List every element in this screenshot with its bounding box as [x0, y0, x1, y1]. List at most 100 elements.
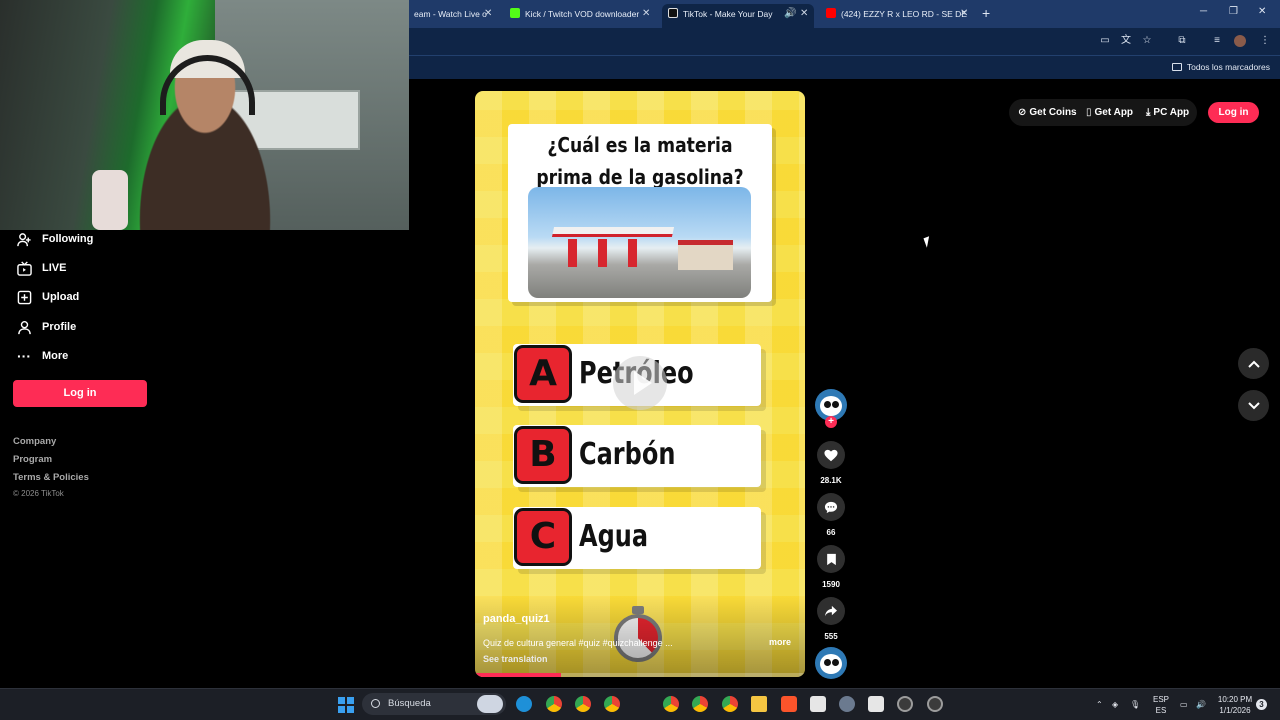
- comment-icon: [824, 501, 838, 513]
- chrome-icon[interactable]: [546, 696, 562, 712]
- chrome-icon[interactable]: [663, 696, 679, 712]
- play-icon[interactable]: [613, 356, 667, 410]
- close-icon[interactable]: ✕: [960, 4, 968, 24]
- network-icon[interactable]: ▭: [1180, 699, 1188, 710]
- language-indicator[interactable]: ESP ES: [1152, 694, 1170, 716]
- close-icon[interactable]: ✕: [800, 4, 808, 24]
- answer-text: Carbón: [579, 437, 676, 472]
- sidebar-item-live[interactable]: LIVE: [16, 258, 66, 278]
- footer-link-program[interactable]: Program: [13, 454, 52, 465]
- close-icon[interactable]: ✕: [484, 4, 492, 24]
- capcut-icon[interactable]: [810, 696, 826, 712]
- translate-icon[interactable]: 文: [1120, 35, 1132, 47]
- sidebar-item-label: LIVE: [42, 262, 67, 274]
- language-top: ESP: [1152, 695, 1169, 704]
- previous-video-button[interactable]: [1238, 348, 1269, 379]
- chrome-icon[interactable]: [575, 696, 591, 712]
- settings-gear-icon[interactable]: [839, 696, 855, 712]
- pc-app-button[interactable]: ⤓ PC App: [1146, 107, 1189, 118]
- language-bottom: ES: [1155, 706, 1167, 715]
- mouse-cursor-icon: [923, 236, 933, 248]
- edge-icon[interactable]: [516, 696, 532, 712]
- gas-station-image: [528, 187, 751, 298]
- music-disc-avatar[interactable]: [815, 647, 847, 679]
- header-login-button[interactable]: Log in: [1208, 102, 1259, 123]
- sidebar-item-label: Profile: [42, 321, 77, 333]
- answer-letter: B: [514, 426, 572, 484]
- share-icon: [825, 605, 837, 617]
- tab-twitch[interactable]: eam - Watch Live o ✕: [408, 4, 498, 28]
- extensions-icon[interactable]: ⧉: [1176, 35, 1188, 47]
- get-coins-button[interactable]: ⊘ Get Coins: [1018, 107, 1077, 118]
- store-shape: [678, 240, 733, 270]
- more-icon: ···: [17, 348, 31, 364]
- panda-eye: [832, 659, 839, 666]
- get-app-label: Get App: [1094, 107, 1134, 118]
- volume-icon[interactable]: 🔊: [1196, 699, 1206, 710]
- sidebar-item-more[interactable]: ··· More: [16, 346, 68, 366]
- bookmark-star-icon[interactable]: ☆: [1141, 35, 1153, 47]
- profile-avatar-icon[interactable]: [1234, 35, 1246, 47]
- follow-plus-icon[interactable]: +: [825, 416, 837, 428]
- sidebar-item-upload[interactable]: Upload: [16, 287, 79, 307]
- all-bookmarks-label: Todos los marcadores: [1186, 62, 1270, 72]
- save-button[interactable]: [817, 545, 845, 573]
- tab-title: Kick / Twitch VOD downloader: [525, 9, 640, 19]
- video-player[interactable]: ¿Cuál es la materia prima de la gasolina…: [475, 91, 805, 677]
- kick-favicon-icon: [510, 8, 520, 18]
- weather-icon[interactable]: [477, 695, 503, 713]
- clock[interactable]: 10:20 PM 1/1/2026: [1214, 694, 1256, 716]
- chrome-icon[interactable]: [692, 696, 708, 712]
- clock-date: 1/1/2026: [1219, 706, 1251, 715]
- close-icon[interactable]: ✕: [642, 4, 650, 24]
- footer-link-terms[interactable]: Terms & Policies: [13, 472, 89, 483]
- answer-text: Agua: [579, 519, 649, 554]
- sidebar-item-following[interactable]: Following: [16, 229, 93, 249]
- chrome-icon[interactable]: [722, 696, 738, 712]
- video-author[interactable]: panda_quiz1: [483, 613, 550, 625]
- panda-eye: [824, 659, 831, 666]
- show-hidden-icons[interactable]: ⌃: [1096, 699, 1103, 710]
- tab-title: TikTok - Make Your Day: [683, 9, 773, 19]
- brave-icon[interactable]: [781, 696, 797, 712]
- tab-tiktok[interactable]: TikTok - Make Your Day 🔊 ✕: [662, 4, 814, 28]
- comment-button[interactable]: [817, 493, 845, 521]
- profile-icon: [16, 319, 32, 335]
- tab-kick-downloader[interactable]: Kick / Twitch VOD downloader ✕: [504, 4, 656, 28]
- sidebar-login-button[interactable]: Log in: [13, 380, 147, 407]
- all-bookmarks[interactable]: Todos los marcadores: [1171, 62, 1270, 72]
- capcut-icon[interactable]: [868, 696, 884, 712]
- next-video-button[interactable]: [1238, 390, 1269, 421]
- obs-icon[interactable]: [927, 696, 943, 712]
- restore-icon[interactable]: ❐: [1229, 6, 1238, 17]
- pump-shape: [568, 239, 577, 267]
- notification-badge[interactable]: 3: [1256, 699, 1267, 710]
- like-button[interactable]: [817, 441, 845, 469]
- tray-app-icon[interactable]: ◈: [1112, 699, 1118, 710]
- media-control-icon[interactable]: ≡: [1211, 35, 1223, 47]
- minimize-icon[interactable]: ─: [1200, 6, 1207, 17]
- new-tab-button[interactable]: +: [982, 5, 990, 21]
- tab-youtube[interactable]: (424) EZZY R x LEO RD - SE DE ✕: [820, 4, 976, 28]
- more-button[interactable]: more: [769, 637, 791, 647]
- tab-title: eam - Watch Live o: [414, 9, 487, 19]
- taskbar-search-label: Búsqueda: [388, 698, 431, 709]
- folder-icon: [1171, 63, 1182, 71]
- menu-dots-icon[interactable]: ⋮: [1259, 35, 1271, 47]
- answer-letter: A: [514, 345, 572, 403]
- footer-link-company[interactable]: Company: [13, 436, 56, 447]
- answer-option-b: B Carbón: [513, 425, 761, 487]
- video-progress-bar[interactable]: [475, 673, 805, 677]
- share-button[interactable]: [817, 597, 845, 625]
- microphone-icon[interactable]: 🎙: [1130, 699, 1140, 710]
- obs-icon[interactable]: [897, 696, 913, 712]
- window-close-icon[interactable]: ✕: [1258, 6, 1266, 17]
- sidebar-item-profile[interactable]: Profile: [16, 317, 76, 337]
- file-explorer-icon[interactable]: [751, 696, 767, 712]
- chrome-icon[interactable]: [604, 696, 620, 712]
- see-translation-link[interactable]: See translation: [483, 654, 548, 664]
- windows-start-icon[interactable]: [338, 697, 354, 713]
- cast-icon[interactable]: ▭: [1099, 35, 1111, 47]
- speaker-icon[interactable]: 🔊: [784, 4, 796, 24]
- get-app-button[interactable]: ▯ Get App: [1086, 107, 1133, 118]
